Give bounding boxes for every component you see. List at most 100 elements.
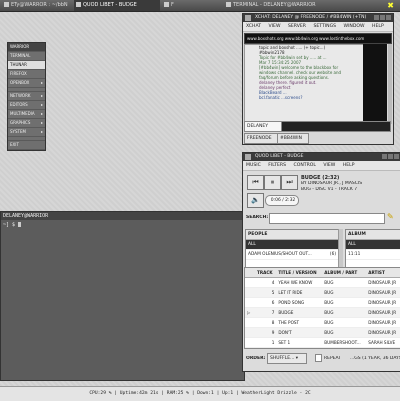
volume-button[interactable]: 🔈	[247, 193, 264, 208]
search-input[interactable]	[269, 213, 385, 224]
play-pause-button[interactable]: ⏸	[264, 175, 281, 190]
terminal-prompt[interactable]: ~] $	[1, 220, 244, 230]
table-row[interactable]: 8 THE POST BUG DINOSAUR JR	[245, 317, 400, 328]
quodlibet-menubar: MUSIC FILTERS CONTROL VIEW HELP	[243, 161, 400, 171]
menu-item-openbox[interactable]: OPENBOX ▸	[8, 79, 45, 88]
menu-item-system[interactable]: SYSTEM ▸	[8, 128, 45, 137]
library-summary: ...GS (1 YEAR, 36 DAYS	[350, 356, 400, 361]
menu-item-graphics[interactable]: GRAPHICS ▸	[8, 119, 45, 128]
track-table: TRACK TITLE / VERSION ALBUM / PART ARTIS…	[245, 268, 400, 348]
tab-freenode[interactable]: FREENODE	[244, 133, 278, 144]
menu-view[interactable]: VIEW	[323, 163, 335, 168]
track-list[interactable]: TRACK TITLE / VERSION ALBUM / PART ARTIS…	[244, 267, 400, 349]
table-row[interactable]: 6 POND SONG BUG DINOSAUR JR	[245, 297, 400, 308]
nick-field[interactable]: DELANEY	[244, 121, 282, 132]
album-row[interactable]: ALL	[346, 240, 400, 250]
terminal-title: DELANEY@WARRIOR	[1, 212, 244, 220]
speaker-icon: 🔈	[251, 196, 260, 204]
task-xchat[interactable]: F	[162, 0, 222, 11]
table-row[interactable]: 4 YEAH WE KNOW BUG DINOSAUR JR	[245, 277, 400, 288]
table-row-playing[interactable]: ▷ 7 BUDGE BUG DINOSAUR JR	[245, 307, 400, 318]
table-row[interactable]: 5 LET IT RIDE BUG DINOSAUR JR	[245, 287, 400, 298]
album-row[interactable]: 11:11	[346, 250, 400, 260]
chat-scrollbar[interactable]	[388, 44, 392, 124]
menu-item-network[interactable]: NETWORK ▸	[8, 92, 45, 101]
song-artist: BY DINOSAUR JR., J MASCIS	[301, 181, 363, 186]
minimize-icon[interactable]	[374, 15, 379, 20]
next-button[interactable]: ⏭	[281, 175, 298, 190]
task-quodlibet[interactable]: QUOD LIBET - BUDGE	[74, 0, 160, 11]
menu-help[interactable]: HELP	[372, 24, 384, 29]
column-album[interactable]: ALBUM / PART	[322, 268, 367, 278]
xchat-menubar: XCHAT VIEW SERVER SETTINGS WINDOW HELP	[243, 22, 393, 32]
close-icon[interactable]: ✖	[387, 0, 394, 11]
task-terminal-etty[interactable]: ETy@WARROR : ~/bbN	[2, 0, 72, 11]
root-menu: WARRIOR TERMINAL THUNAR FIREFOX OPENBOX ▸…	[7, 42, 46, 151]
chat-log[interactable]: topic and boxshot ..... (+ topic...) #bb…	[244, 44, 364, 126]
terminal-icon	[226, 2, 231, 7]
maximize-icon[interactable]	[388, 154, 393, 159]
playing-column	[245, 268, 255, 278]
order-select[interactable]: SHUFFLE... ▾	[267, 353, 307, 364]
people-pane[interactable]: PEOPLE ALL ADAM OLENIUS/SHOUT OUT... (6)	[245, 229, 339, 268]
menu-item-terminal[interactable]: TERMINAL	[8, 52, 45, 61]
people-header[interactable]: PEOPLE	[246, 230, 338, 240]
music-icon	[76, 2, 81, 7]
status-bar: CPU:29 % | Uptime:42m 21s | RAM:25 % | D…	[0, 386, 400, 401]
menu-item-exit[interactable]: EXIT	[8, 141, 45, 150]
terminal-window[interactable]: DELANEY@WARRIOR ~] $	[0, 211, 245, 381]
menu-settings[interactable]: SETTINGS	[313, 24, 336, 29]
menu-item-multimedia[interactable]: MULTIMEDIA ▸	[8, 110, 45, 119]
menu-control[interactable]: CONTROL	[294, 163, 316, 168]
close-icon[interactable]	[386, 15, 391, 20]
close-icon[interactable]	[394, 154, 399, 159]
quodlibet-window: QUOD LIBET - BUDGE MUSIC FILTERS CONTROL…	[242, 152, 400, 372]
chevron-right-icon: ▸	[40, 129, 43, 134]
chevron-right-icon: ▸	[40, 120, 43, 125]
chevron-right-icon: ▸	[40, 93, 43, 98]
nick-list[interactable]	[363, 44, 387, 124]
menu-music[interactable]: MUSIC	[246, 163, 261, 168]
search-label: SEARCH:	[246, 215, 269, 220]
people-row[interactable]: ADAM OLENIUS/SHOUT OUT... (6)	[246, 250, 338, 260]
menu-title: WARRIOR	[8, 43, 45, 52]
table-row[interactable]: 9 DON'T BUG DINOSAUR JR	[245, 327, 400, 338]
menu-item-thunar[interactable]: THUNAR	[8, 61, 45, 70]
maximize-icon[interactable]	[380, 15, 385, 20]
quodlibet-titlebar[interactable]: QUOD LIBET - BUDGE	[243, 153, 400, 161]
seek-position[interactable]: 0:06 / 2:32	[265, 195, 299, 206]
chat-line: bcl.fanatic ...screens?	[259, 95, 303, 100]
chevron-right-icon: ▸	[40, 80, 43, 85]
terminal-icon	[4, 2, 9, 7]
order-label: ORDER:	[246, 356, 266, 361]
column-title[interactable]: TITLE / VERSION	[276, 268, 323, 278]
previous-button[interactable]: ⏮	[247, 175, 264, 190]
minimize-icon[interactable]	[382, 154, 387, 159]
table-row[interactable]: 1 SET 1 BUMBERSHOOT... SARAH SILVE	[245, 337, 400, 348]
now-playing-icon: ▷	[245, 307, 255, 318]
menu-item-firefox[interactable]: FIREFOX	[8, 70, 45, 79]
column-track[interactable]: TRACK	[255, 268, 277, 278]
chevron-right-icon: ▸	[40, 111, 43, 116]
people-scrollbar[interactable]	[338, 229, 343, 267]
tab-bb4win[interactable]: #BB4WIN	[277, 133, 309, 144]
column-artist[interactable]: ARTIST	[366, 268, 400, 278]
album-pane[interactable]: ALBUM ALL 11:11	[345, 229, 400, 268]
people-row[interactable]: ALL	[246, 240, 338, 250]
message-input[interactable]	[281, 121, 391, 132]
menu-filters[interactable]: FILTERS	[268, 163, 286, 168]
menu-server[interactable]: SERVER	[288, 24, 306, 29]
task-terminal-delaney[interactable]: TERMINAL - DELANEY@WARRIOR	[224, 0, 374, 11]
taskbar: ETy@WARROR : ~/bbN QUOD LIBET - BUDGE F …	[0, 0, 400, 12]
clear-search-icon[interactable]: ✎	[387, 212, 394, 221]
menu-xchat[interactable]: XCHAT	[246, 24, 261, 29]
album-header[interactable]: ALBUM	[346, 230, 400, 240]
menu-view[interactable]: VIEW	[269, 24, 281, 29]
menu-item-editors[interactable]: EDITORS ▸	[8, 101, 45, 110]
menu-window[interactable]: WINDOW	[344, 24, 365, 29]
channel-topic[interactable]: www.boxshots.org www.bb4win.org www.lost…	[244, 33, 392, 44]
menu-help[interactable]: HELP	[343, 163, 355, 168]
chevron-right-icon: ▸	[40, 102, 43, 107]
repeat-checkbox[interactable]	[315, 354, 322, 362]
xchat-titlebar[interactable]: XCHAT: DELANEY @ FREENODE / #BB4WIN (+TN…	[243, 14, 393, 22]
